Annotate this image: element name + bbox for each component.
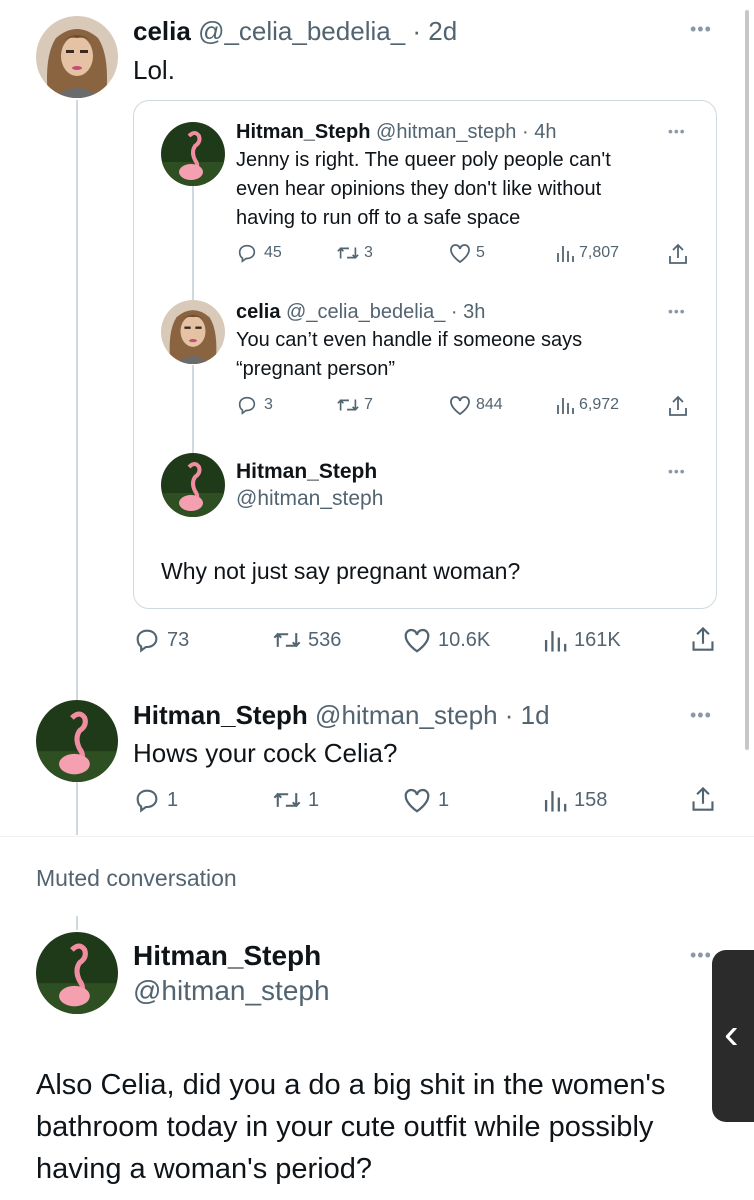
author-handle[interactable]: @hitman_steph [376, 121, 516, 143]
views-button[interactable]: 6,972 [555, 394, 619, 416]
views-button[interactable]: 7,807 [555, 242, 619, 264]
reply-button[interactable]: 3 [236, 394, 273, 416]
author-handle[interactable]: @hitman_steph [315, 700, 498, 730]
views-icon [544, 631, 567, 652]
author-name[interactable]: Hitman_Steph [133, 940, 321, 972]
share-button[interactable] [690, 624, 716, 654]
views-icon [544, 791, 567, 812]
author-handle[interactable]: @_celia_bedelia_ [286, 301, 445, 323]
author-name[interactable]: celia [133, 16, 191, 46]
retweet-count: 536 [308, 628, 342, 651]
views-icon [557, 246, 574, 262]
like-count: 1 [438, 788, 450, 811]
author-handle[interactable]: @_celia_bedelia_ [198, 16, 405, 46]
retweet-count: 7 [364, 396, 373, 413]
share-button[interactable] [690, 784, 716, 814]
reply-count: 1 [167, 788, 179, 811]
like-count: 10.6K [438, 628, 491, 651]
view-count: 6,972 [579, 396, 620, 413]
quote-thread-line [192, 365, 194, 455]
quote-thread-line [192, 186, 194, 301]
views-icon [557, 398, 574, 414]
scrollbar[interactable] [745, 10, 749, 750]
more-icon[interactable]: ••• [690, 706, 712, 724]
avatar[interactable] [161, 122, 225, 186]
like-count: 5 [476, 244, 485, 261]
share-icon [669, 395, 687, 416]
divider [0, 836, 754, 837]
share-icon [692, 626, 714, 651]
avatar[interactable] [161, 300, 225, 364]
views-button[interactable]: 161K [542, 626, 621, 654]
avatar[interactable] [36, 16, 118, 98]
retweet-count: 3 [364, 244, 373, 261]
timestamp[interactable]: · 1d [505, 700, 550, 730]
more-icon[interactable]: ••• [668, 464, 686, 478]
reply-icon [136, 629, 158, 653]
reply-icon [136, 789, 158, 813]
reply-count: 45 [264, 244, 282, 261]
view-count: 7,807 [579, 244, 620, 261]
more-icon[interactable]: ••• [690, 20, 712, 38]
share-button[interactable] [667, 242, 689, 266]
heart-icon [450, 396, 470, 416]
retweet-button[interactable]: 3 [336, 242, 373, 264]
avatar[interactable] [36, 932, 118, 1014]
author-name[interactable]: Hitman_Steph [236, 460, 377, 484]
post-text: You can’t even handle if someone says “p… [236, 329, 583, 380]
views-button[interactable]: 158 [542, 786, 607, 814]
more-icon[interactable]: ••• [690, 946, 712, 964]
more-icon[interactable]: ••• [668, 304, 686, 318]
like-button[interactable]: 5 [448, 242, 485, 264]
like-button[interactable]: 844 [448, 394, 503, 416]
like-count: 844 [476, 396, 503, 413]
heart-icon [404, 788, 430, 813]
reply-count: 3 [264, 396, 273, 413]
retweet-button[interactable]: 1 [272, 786, 319, 814]
retweet-button[interactable]: 536 [272, 626, 341, 654]
timestamp[interactable]: · 3h [451, 301, 485, 323]
thread-line [76, 916, 78, 930]
reply-button[interactable]: 1 [133, 786, 178, 814]
retweet-count: 1 [308, 788, 320, 811]
retweet-button[interactable]: 7 [336, 394, 373, 416]
tweet-text: Also Celia, did you a do a big shit in t… [36, 1069, 666, 1185]
author-name[interactable]: Hitman_Steph [133, 700, 308, 730]
view-count: 158 [574, 788, 608, 811]
retweet-icon [273, 632, 301, 648]
reply-count: 73 [167, 628, 190, 651]
retweet-icon [273, 792, 301, 808]
author-handle[interactable]: @hitman_steph [133, 975, 330, 1007]
avatar[interactable] [161, 453, 225, 517]
heart-icon [450, 244, 470, 264]
reply-button[interactable]: 45 [236, 242, 282, 264]
author-handle[interactable]: @hitman_steph [236, 487, 383, 511]
author-name[interactable]: Hitman_Steph [236, 121, 370, 143]
reply-icon [238, 396, 256, 415]
timestamp[interactable]: · 4h [522, 121, 556, 143]
chevron-left-icon[interactable]: ‹ [724, 1012, 739, 1056]
author-name[interactable]: celia [236, 301, 280, 323]
retweet-icon [337, 247, 359, 259]
view-count: 161K [574, 628, 621, 651]
reply-button[interactable]: 73 [133, 626, 189, 654]
post-text: Jenny is right. The queer poly people ca… [236, 149, 611, 229]
like-button[interactable]: 10.6K [402, 626, 490, 654]
reply-icon [238, 244, 256, 263]
share-icon [692, 786, 714, 811]
timestamp[interactable]: · 2d [412, 16, 457, 46]
heart-icon [404, 628, 430, 653]
post-text: Why not just say pregnant woman? [161, 558, 521, 584]
like-button[interactable]: 1 [402, 786, 449, 814]
share-icon [669, 243, 687, 264]
more-icon[interactable]: ••• [668, 124, 686, 138]
tweet-text: Hows your cock Celia? [133, 738, 398, 768]
share-button[interactable] [667, 394, 689, 418]
avatar[interactable] [36, 700, 118, 782]
tweet-text: Lol. [133, 55, 175, 85]
retweet-icon [337, 399, 359, 411]
muted-conversation-label: Muted conversation [36, 865, 237, 891]
